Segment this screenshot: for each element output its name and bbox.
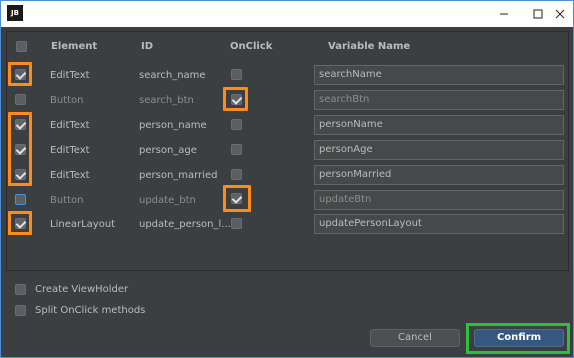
highlight-marker [223, 87, 248, 111]
row-element-label: Button [50, 95, 84, 106]
row-element-label: LinearLayout [50, 219, 116, 230]
variable-name-field[interactable]: searchBtn [314, 90, 564, 110]
row-id-label: person_married [139, 170, 218, 181]
row-id-label: person_age [139, 145, 197, 156]
row-select-checkbox[interactable] [15, 194, 26, 205]
header-element: Element [51, 41, 98, 52]
variable-name-field[interactable]: updatePersonLayout [314, 214, 564, 234]
cancel-button[interactable]: Cancel [370, 329, 460, 347]
variable-name-field[interactable]: personName [314, 115, 564, 135]
row-id-label: update_person_l... [139, 219, 231, 230]
close-icon [555, 9, 565, 19]
create-viewholder-checkbox[interactable] [15, 284, 26, 295]
row-id-label: search_btn [139, 95, 194, 106]
split-onclick-label: Split OnClick methods [35, 305, 146, 316]
row-onclick-checkbox[interactable] [231, 119, 242, 130]
create-viewholder-label: Create ViewHolder [35, 284, 129, 295]
select-all-checkbox[interactable] [16, 41, 27, 52]
row-onclick-checkbox[interactable] [231, 69, 242, 80]
row-element-label: Button [50, 195, 84, 206]
header-onclick: OnClick [230, 41, 273, 52]
row-select-checkbox[interactable] [15, 94, 26, 105]
row-element-label: EditText [50, 120, 90, 131]
row-id-label: person_name [139, 120, 207, 131]
variable-name-field[interactable]: personAge [314, 140, 564, 160]
highlight-marker [8, 211, 32, 235]
header-id: ID [141, 41, 154, 52]
variable-name-field[interactable]: personMarried [314, 165, 564, 185]
app-logo-icon: JB [7, 5, 23, 21]
header-variable-name: Variable Name [328, 41, 411, 52]
minimize-button[interactable] [487, 1, 521, 27]
row-element-label: EditText [50, 170, 90, 181]
variable-name-field[interactable]: searchName [314, 65, 564, 85]
highlight-marker [466, 323, 570, 354]
dialog-window: JB Element ID OnClick Variable Name Edit… [0, 0, 574, 358]
row-element-label: EditText [50, 145, 90, 156]
variable-name-field[interactable]: updateBtn [314, 190, 564, 210]
row-id-label: update_btn [139, 195, 196, 206]
split-onclick-checkbox[interactable] [15, 305, 26, 316]
row-id-label: search_name [139, 70, 206, 81]
highlight-marker [223, 185, 251, 212]
row-element-label: EditText [50, 70, 90, 81]
highlight-marker [8, 112, 32, 186]
resize-grip[interactable] [562, 346, 570, 354]
maximize-icon [533, 9, 543, 19]
close-button[interactable] [543, 1, 574, 27]
row-onclick-checkbox[interactable] [231, 218, 242, 229]
title-bar: JB [1, 1, 573, 27]
row-onclick-checkbox[interactable] [231, 144, 242, 155]
highlight-marker [8, 62, 32, 86]
minimize-icon [500, 13, 508, 15]
row-onclick-checkbox[interactable] [231, 169, 242, 180]
